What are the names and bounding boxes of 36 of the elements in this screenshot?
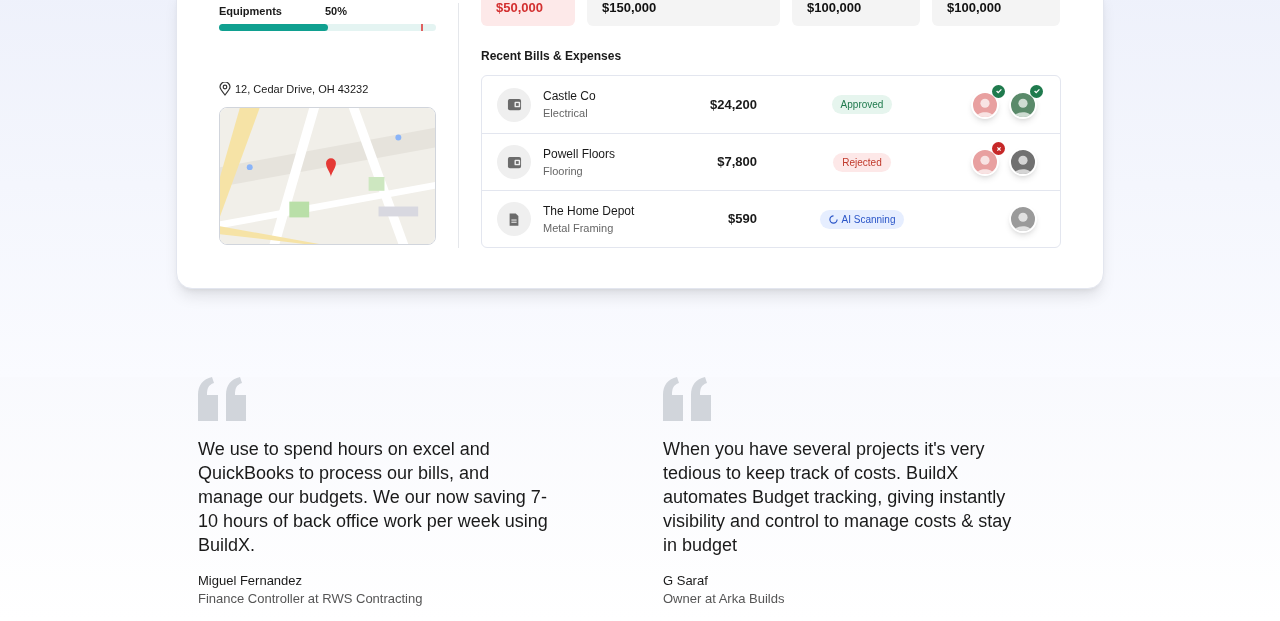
author-name: Miguel Fernandez: [198, 572, 304, 590]
stat-value: $50,000: [496, 0, 543, 17]
wallet-icon: [506, 97, 522, 112]
bill-row[interactable]: Castle Co Electrical $24,200 Approved: [482, 76, 1060, 133]
section-title: Recent Bills & Expenses: [481, 48, 623, 65]
document-icon: [507, 211, 521, 227]
category-text: Flooring: [543, 163, 584, 179]
bill-row[interactable]: Powell Floors Flooring $7,800 Rejected: [482, 133, 1060, 190]
status-badge: Rejected: [833, 152, 891, 172]
status-badge: Approved: [831, 95, 893, 114]
address-text: 12, Cedar Drive, OH 43232: [235, 81, 369, 97]
status-badge: AI Scanning: [819, 209, 905, 229]
stat-value: $150,000: [602, 0, 657, 17]
quote-icon: [663, 377, 713, 421]
testimonial-quote: We use to spend hours on excel and QuickBooks to process our bills, and manage our budgets. We our now saving 7-10 hours of back office work per week using BuildX.: [198, 438, 549, 557]
stat-value: $100,000: [947, 0, 1002, 17]
author-name: G Saraf: [663, 572, 709, 590]
vendor-name: Castle Co: [543, 88, 597, 106]
amount-text: $24,200: [709, 95, 757, 114]
vendor-name: Powell Floors: [543, 145, 617, 163]
wallet-icon: [506, 154, 522, 170]
bill-row[interactable]: The Home Depot Metal Framing $590 AI Scanning: [482, 190, 1060, 247]
quote-icon: [198, 377, 248, 421]
location-pin-icon: [219, 81, 231, 96]
vendor-name: The Home Depot: [543, 202, 636, 220]
author-role: Owner at Arka Builds: [663, 590, 786, 607]
author-role: Finance Controller at RWS Contracting: [198, 590, 424, 607]
amount-text: $7,800: [716, 153, 757, 172]
amount-text: $590: [727, 210, 757, 229]
budget-label: Equipments: [219, 4, 283, 19]
spinner-icon: [828, 214, 838, 224]
category-text: Metal Framing: [543, 220, 615, 236]
testimonial-quote: When you have several projects it's very tedious to keep track of costs. BuildX automates Budget tracking, giving instantly visibility and control to manage costs & stay in budget: [663, 438, 1013, 557]
budget-percent: 50%: [325, 4, 348, 19]
stat-value: $100,000: [807, 0, 862, 17]
category-text: Electrical: [543, 106, 589, 122]
